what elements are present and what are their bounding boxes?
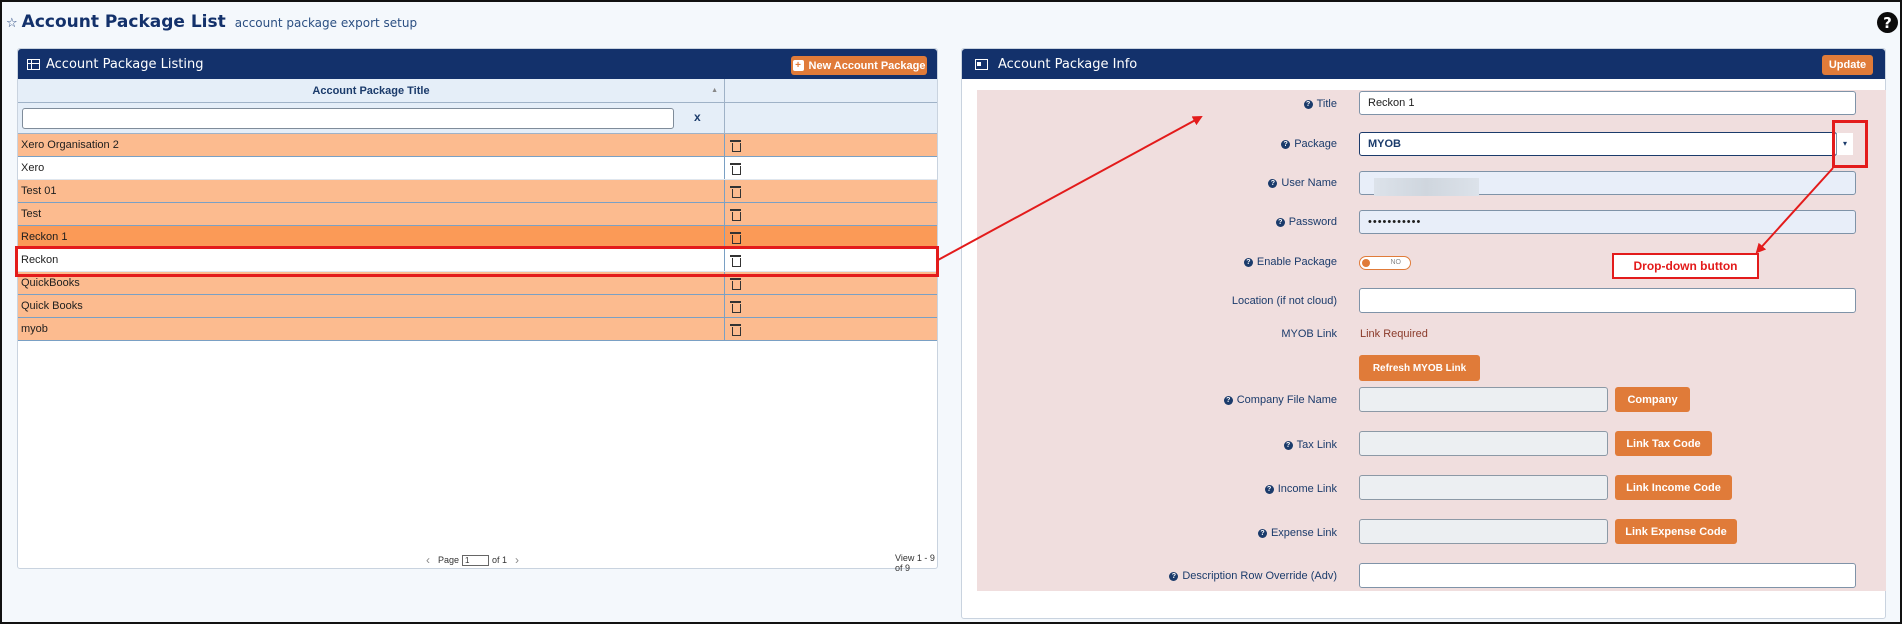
description-override-input[interactable] [1359, 563, 1856, 588]
dropdown-annotation-label: Drop-down button [1612, 253, 1759, 279]
myob-link-label: MYOB Link [1281, 328, 1337, 340]
location-input[interactable] [1359, 288, 1856, 313]
link-expense-code-button[interactable]: Link Expense Code [1615, 519, 1737, 544]
dropdown-button-highlight [1832, 120, 1868, 168]
column-header-title[interactable]: Account Package Title ▲ [18, 79, 725, 102]
enable-package-label: ? Enable Package [994, 256, 1337, 268]
selected-row-highlight [15, 246, 939, 277]
info-panel-title: Account Package Info [998, 56, 1138, 72]
tax-link-input[interactable] [1359, 431, 1608, 456]
help-icon[interactable]: ? [1877, 12, 1898, 33]
new-account-package-button[interactable]: + New Account Package [791, 56, 927, 75]
help-icon[interactable]: ? [1169, 572, 1179, 581]
help-icon[interactable]: ? [1243, 258, 1253, 267]
trash-icon[interactable] [730, 323, 741, 336]
update-button[interactable]: Update [1822, 55, 1873, 75]
sort-icon: ▲ [711, 87, 718, 94]
link-tax-code-button[interactable]: Link Tax Code [1615, 431, 1712, 456]
income-link-input[interactable] [1359, 475, 1608, 500]
page-header: ☆ Account Package List account package e… [6, 12, 417, 32]
password-label: ? Password [994, 216, 1337, 228]
page-title: Account Package List [21, 12, 226, 32]
refresh-myob-link-button[interactable]: Refresh MYOB Link [1359, 355, 1480, 381]
table-row[interactable]: Xero [18, 157, 937, 180]
trash-icon[interactable] [730, 185, 741, 198]
title-input[interactable]: Reckon 1 [1359, 91, 1856, 115]
help-icon[interactable]: ? [1268, 179, 1278, 188]
help-icon[interactable]: ? [1257, 529, 1267, 538]
trash-icon[interactable] [730, 300, 741, 313]
expense-link-input[interactable] [1359, 519, 1608, 544]
listing-panel-title: Account Package Listing [46, 56, 204, 72]
redacted-username [1374, 178, 1479, 196]
page-number-input[interactable]: 1 [462, 554, 490, 566]
package-label: ? Package [994, 138, 1337, 150]
username-label: ? User Name [994, 177, 1337, 189]
trash-icon[interactable] [730, 162, 741, 175]
form-area [977, 90, 1886, 591]
table-row[interactable]: Test [18, 203, 937, 226]
grid-header: Account Package Title ▲ [18, 79, 937, 103]
info-panel-header: Account Package Info [962, 49, 1885, 79]
table-row[interactable]: Quick Books [18, 295, 937, 318]
help-icon[interactable]: ? [1303, 100, 1313, 109]
prev-page-icon[interactable]: ‹ [426, 553, 430, 567]
row-title: Xero Organisation 2 [18, 134, 725, 156]
help-icon[interactable]: ? [1283, 441, 1293, 450]
table-row[interactable]: myob [18, 318, 937, 341]
company-file-input[interactable] [1359, 387, 1608, 412]
table-row[interactable]: Test 01 [18, 180, 937, 203]
package-select[interactable]: MYOB [1359, 132, 1837, 156]
next-page-icon[interactable]: › [515, 553, 519, 567]
view-count: View 1 - 9 of 9 [895, 553, 935, 573]
row-title: Test [18, 203, 725, 225]
myob-link-status: Link Required [1360, 328, 1428, 340]
trash-icon[interactable] [730, 139, 741, 152]
grid-icon [27, 58, 40, 70]
enable-package-toggle[interactable]: NO [1359, 256, 1411, 270]
tax-link-label: ? Tax Link [994, 439, 1337, 451]
row-title: Reckon 1 [18, 226, 725, 248]
title-filter-input[interactable] [22, 108, 674, 129]
trash-icon[interactable] [730, 277, 741, 290]
star-icon[interactable]: ☆ [6, 16, 18, 31]
income-link-label: ? Income Link [994, 483, 1337, 495]
page-subtitle: account package export setup [234, 16, 418, 30]
password-input[interactable]: ••••••••••• [1359, 210, 1856, 234]
row-title: myob [18, 318, 725, 340]
table-row[interactable]: Xero Organisation 2 [18, 134, 937, 157]
help-icon[interactable]: ? [1275, 218, 1285, 227]
row-title: Test 01 [18, 180, 725, 202]
plus-icon: + [792, 60, 804, 71]
row-title: Xero [18, 157, 725, 179]
pager: ‹ Page 1 of 1 › [426, 553, 520, 567]
row-title: Quick Books [18, 295, 725, 317]
description-override-label: ? Description Row Override (Adv) [994, 570, 1337, 582]
filter-row: x [18, 103, 937, 134]
help-icon[interactable]: ? [1281, 140, 1291, 149]
link-income-code-button[interactable]: Link Income Code [1615, 475, 1732, 500]
help-icon[interactable]: ? [1223, 396, 1233, 405]
help-icon[interactable]: ? [1264, 485, 1274, 494]
trash-icon[interactable] [730, 231, 741, 244]
company-button[interactable]: Company [1615, 387, 1690, 412]
id-card-icon [975, 58, 988, 70]
listing-panel: Account Package Listing + New Account Pa… [17, 48, 938, 573]
location-label: Location (if not cloud) [1231, 295, 1337, 307]
trash-icon[interactable] [730, 208, 741, 221]
expense-link-label: ? Expense Link [994, 527, 1337, 539]
clear-filter-button[interactable]: x [694, 110, 701, 124]
title-label: ? Title [994, 98, 1337, 110]
company-file-label: ? Company File Name [994, 394, 1337, 406]
